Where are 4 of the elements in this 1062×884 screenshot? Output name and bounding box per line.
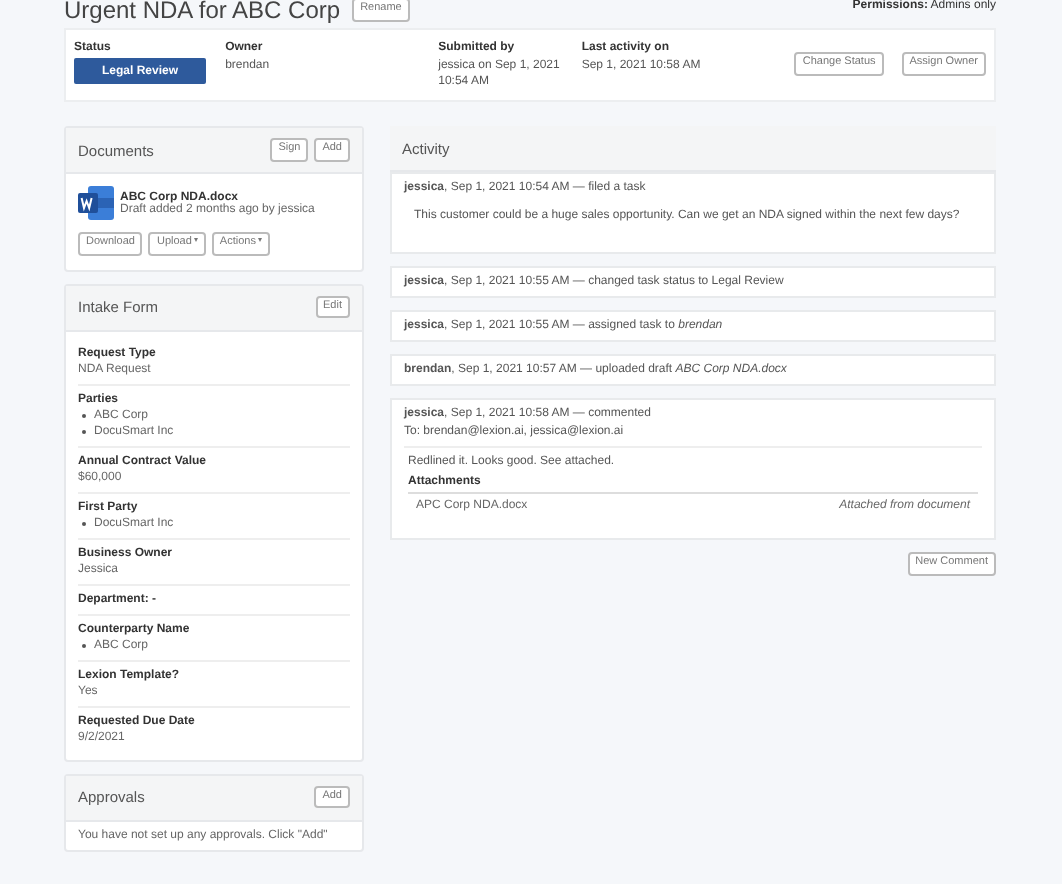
caret-icon — [257, 238, 262, 245]
document-icon — [78, 186, 114, 221]
caret-icon — [193, 238, 198, 245]
page-title: Urgent NDA for ABC Corp — [64, 0, 341, 24]
